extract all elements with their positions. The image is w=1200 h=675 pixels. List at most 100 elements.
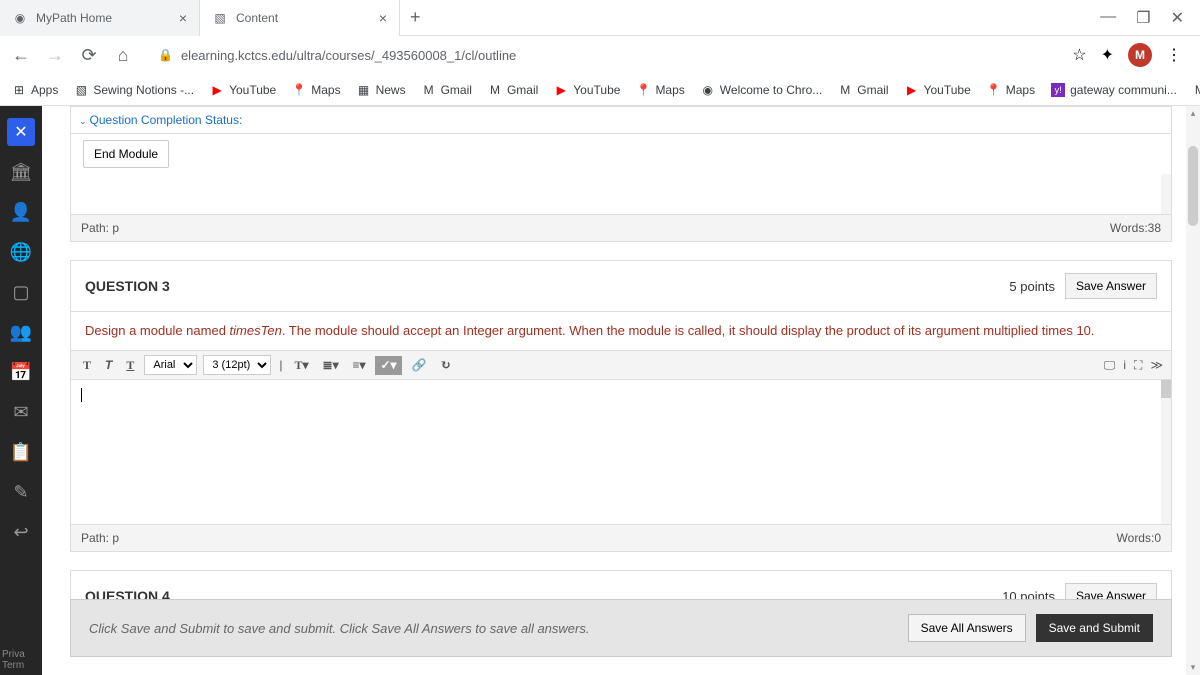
font-select[interactable]: Arial xyxy=(144,355,197,375)
bookmark-item[interactable]: 📍Maps xyxy=(636,83,684,97)
maps-icon: 📍 xyxy=(987,83,1001,97)
footer-message: Click Save and Submit to save and submit… xyxy=(89,621,589,636)
question-3-block: QUESTION 3 5 points Save Answer Design a… xyxy=(70,260,1172,552)
chevron-down-icon: ⌄ xyxy=(79,116,87,126)
calendar-icon[interactable]: 📅 xyxy=(0,352,42,392)
forward-icon[interactable]: → xyxy=(44,44,66,66)
url-field[interactable]: 🔒 elearning.kctcs.edu/ultra/courses/_493… xyxy=(146,48,1060,63)
question-completion-status[interactable]: ⌄Question Completion Status: xyxy=(70,106,1172,133)
bookmark-item[interactable]: MGmail xyxy=(422,83,472,97)
close-icon[interactable]: × xyxy=(379,10,387,26)
youtube-icon: ▶ xyxy=(554,83,568,97)
reload-icon[interactable]: ⟳ xyxy=(78,44,100,66)
courses-icon[interactable]: ▢ xyxy=(0,272,42,312)
tab-favicon: ◉ xyxy=(12,10,28,26)
tab-title: Content xyxy=(236,11,278,25)
star-icon[interactable]: ☆ xyxy=(1072,45,1086,65)
home-icon[interactable]: ⌂ xyxy=(112,44,134,66)
bookmark-item[interactable]: ▶YouTube xyxy=(554,83,620,97)
preview-icon[interactable]: 🖵 xyxy=(1104,358,1116,373)
tab-mypath[interactable]: ◉ MyPath Home × xyxy=(0,0,200,36)
bookmark-item[interactable]: y!gateway communi... xyxy=(1051,83,1177,97)
bookmark-item[interactable]: MGmail xyxy=(488,83,538,97)
numbers-button[interactable]: ≡▾ xyxy=(349,356,370,375)
close-window-icon[interactable]: ✕ xyxy=(1171,8,1184,28)
apps-bookmark[interactable]: ⊞Apps xyxy=(12,83,58,97)
assessment-content: ⌄Question Completion Status: End Module … xyxy=(42,106,1200,675)
chrome-icon: ◉ xyxy=(701,83,715,97)
profile-avatar[interactable]: M xyxy=(1128,43,1152,67)
bookmark-item[interactable]: 📍Maps xyxy=(292,83,340,97)
question-points: 5 points xyxy=(1009,279,1055,294)
organizations-icon[interactable]: 👥 xyxy=(0,312,42,352)
bookmark-item[interactable]: ▶YouTube xyxy=(210,83,276,97)
signout-icon[interactable]: ↩ xyxy=(0,512,42,552)
lock-icon: 🔒 xyxy=(158,48,173,62)
word-count: Words:0 xyxy=(1117,531,1161,545)
expand-icon[interactable]: ≫ xyxy=(1150,358,1163,373)
browser-titlebar: ◉ MyPath Home × ▧ Content × + — ❐ ✕ xyxy=(0,0,1200,36)
back-icon[interactable]: ← xyxy=(10,44,32,66)
bookmark-item[interactable]: ◉Welcome to Chro... xyxy=(701,83,822,97)
bullets-button[interactable]: ≣▾ xyxy=(319,356,343,375)
question-title: QUESTION 3 xyxy=(85,278,170,294)
answer-editor[interactable] xyxy=(71,380,1171,524)
bookmark-item[interactable]: MGmail xyxy=(1193,83,1200,97)
messages-icon[interactable]: ✉ xyxy=(0,392,42,432)
bookmarks-bar: ⊞Apps ▧Sewing Notions -... ▶YouTube 📍Map… xyxy=(0,74,1200,106)
maximize-icon[interactable]: ❐ xyxy=(1136,8,1150,28)
bookmark-item[interactable]: ▧Sewing Notions -... xyxy=(74,83,194,97)
spellcheck-button[interactable]: ✓▾ xyxy=(375,356,401,375)
extensions-icon[interactable]: ✦ xyxy=(1101,45,1114,65)
tab-favicon: ▧ xyxy=(212,10,228,26)
attach-button[interactable]: 🔗 xyxy=(408,356,431,375)
editor-path: Path: p xyxy=(81,221,119,235)
underline-button[interactable]: T xyxy=(122,356,138,375)
scroll-up-icon[interactable]: ▴ xyxy=(1188,108,1198,119)
gmail-icon: M xyxy=(838,83,852,97)
editor-path: Path: p xyxy=(81,531,119,545)
terms-link[interactable]: Term xyxy=(2,660,25,671)
word-count: Words:38 xyxy=(1110,221,1161,235)
bold-button[interactable]: T xyxy=(79,356,95,375)
news-icon: ▦ xyxy=(357,83,371,97)
apps-icon: ⊞ xyxy=(12,83,26,97)
prev-editor-box: End Module Path: pWords:38 xyxy=(70,133,1172,242)
profile-icon[interactable]: 👤 xyxy=(0,192,42,232)
fullscreen-icon[interactable]: ⛶ xyxy=(1134,358,1142,373)
save-all-button[interactable]: Save All Answers xyxy=(908,614,1026,642)
tools-icon[interactable]: ✎ xyxy=(0,472,42,512)
tab-title: MyPath Home xyxy=(36,11,112,25)
new-tab-button[interactable]: + xyxy=(400,7,431,28)
bookmark-item[interactable]: ▦News xyxy=(357,83,406,97)
grades-icon[interactable]: 📋 xyxy=(0,432,42,472)
size-select[interactable]: 3 (12pt) xyxy=(203,355,271,375)
editor-scrollbar[interactable] xyxy=(1161,380,1171,524)
close-panel-button[interactable]: ✕ xyxy=(7,118,35,146)
institution-icon[interactable]: 🏛 xyxy=(0,152,42,192)
activity-icon[interactable]: 🌐 xyxy=(0,232,42,272)
url-text: elearning.kctcs.edu/ultra/courses/_49356… xyxy=(181,48,516,63)
page-scrollbar[interactable]: ▴ ▾ xyxy=(1186,106,1200,675)
menu-icon[interactable]: ⋮ xyxy=(1166,45,1182,65)
tab-content[interactable]: ▧ Content × xyxy=(200,0,400,36)
question-prompt: Design a module named timesTen. The modu… xyxy=(71,312,1171,350)
bookmark-item[interactable]: MGmail xyxy=(838,83,888,97)
save-answer-button[interactable]: Save Answer xyxy=(1065,273,1157,299)
bookmark-item[interactable]: 📍Maps xyxy=(987,83,1035,97)
italic-button[interactable]: T xyxy=(101,356,116,375)
close-icon[interactable]: × xyxy=(179,10,187,26)
site-icon: ▧ xyxy=(74,83,88,97)
privacy-link[interactable]: Priva xyxy=(2,649,25,660)
help-icon[interactable]: i xyxy=(1123,358,1126,373)
editor-toolbar: T T T Arial 3 (12pt) | T▾ ≣▾ ≡▾ ✓▾ 🔗 ↻ 🖵… xyxy=(71,350,1171,380)
scroll-down-icon[interactable]: ▾ xyxy=(1188,662,1198,673)
save-submit-button[interactable]: Save and Submit xyxy=(1036,614,1153,642)
gmail-icon: M xyxy=(488,83,502,97)
minimize-icon[interactable]: — xyxy=(1100,8,1116,28)
maps-icon: 📍 xyxy=(636,83,650,97)
text-color-button[interactable]: T▾ xyxy=(291,356,313,375)
mashup-button[interactable]: ↻ xyxy=(437,356,455,375)
submit-footer: Click Save and Submit to save and submit… xyxy=(70,599,1172,657)
bookmark-item[interactable]: ▶YouTube xyxy=(905,83,971,97)
